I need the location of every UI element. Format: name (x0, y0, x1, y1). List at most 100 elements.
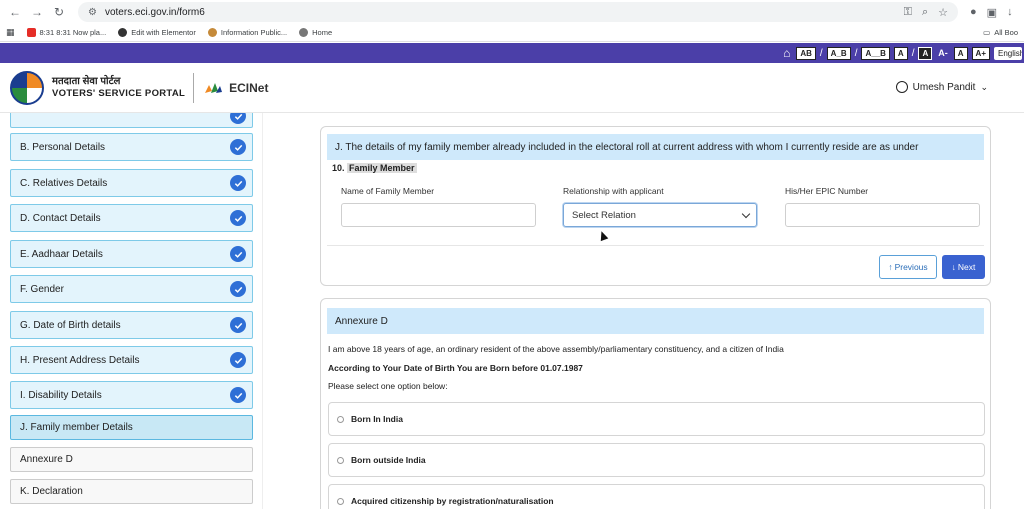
youtube-icon (26, 28, 36, 37)
epic-number-input[interactable] (785, 203, 980, 227)
forward-icon[interactable]: → (28, 3, 46, 21)
user-icon (895, 81, 908, 93)
chevron-down-icon: ⌄ (980, 81, 988, 92)
sidebar-step-a[interactable] (10, 113, 253, 128)
check-icon (230, 210, 246, 226)
home-icon[interactable]: ⌂ (781, 45, 792, 61)
portal-title-hindi: मतदाता सेवा पोर्टल (52, 75, 121, 87)
option-born-in-india[interactable]: Born In India (328, 402, 985, 436)
key-icon[interactable]: ⚿ (904, 6, 912, 19)
contrast-high-button[interactable]: A (918, 46, 933, 60)
apps-icon[interactable]: ▦ (6, 27, 15, 38)
section-divider (327, 245, 984, 246)
site-header: मतदाता सेवा पोर्टल VOTERS' SERVICE PORTA… (0, 63, 1024, 113)
globe-icon (299, 28, 309, 37)
sidebar-step-family[interactable]: J. Family member Details (10, 415, 253, 440)
reload-icon[interactable]: ↻ (50, 3, 68, 21)
sidebar-step-contact[interactable]: D. Contact Details (10, 204, 253, 232)
zoom-icon[interactable]: ⌕ (922, 6, 928, 19)
font-increase-button[interactable]: A+ (971, 46, 990, 60)
option-acquired-citizenship[interactable]: Acquired citizenship by registration/nat… (328, 484, 985, 509)
wordpress-icon (118, 28, 128, 37)
ecinet-name: ECINet (229, 80, 269, 95)
site-info-icon[interactable]: ⚙ (88, 7, 97, 18)
download-icon[interactable]: ↓ (1007, 6, 1013, 19)
portal-title-english: VOTERS' SERVICE PORTAL (52, 87, 186, 99)
browser-toolbar: ← → ↻ ⚙ voters.eci.gov.in/form6 ⚿ ⌕ ☆ ● … (0, 0, 1024, 24)
sidebar-step-aadhaar[interactable]: E. Aadhaar Details (10, 240, 253, 268)
content-divider (262, 113, 263, 509)
form-steps-sidebar: B. Personal Details C. Relatives Details… (10, 113, 254, 509)
annexure-heading: Annexure D (327, 308, 984, 334)
sidebar-step-disability[interactable]: I. Disability Details (10, 381, 253, 409)
user-name: Umesh Pandit (912, 81, 976, 93)
relation-select[interactable]: Select Relation (563, 203, 757, 227)
check-icon (230, 139, 246, 155)
section-j-heading: J. The details of my family member alrea… (327, 134, 984, 160)
relation-label: Relationship with applicant (563, 186, 664, 196)
name-label: Name of Family Member (341, 186, 435, 196)
portal-title: मतदाता सेवा पोर्टल VOTERS' SERVICE PORTA… (52, 76, 185, 100)
bookmarks-bar: ▦ 8:31 8:31 Now pla... Edit with Element… (0, 24, 1024, 42)
bookmark-2[interactable]: Edit with Elementor (118, 28, 196, 37)
font-decrease-button[interactable]: A- (936, 47, 950, 59)
text-spacing-button[interactable]: AB (796, 46, 816, 60)
contrast-normal-button[interactable]: A (893, 46, 908, 60)
check-icon (230, 352, 246, 368)
back-icon[interactable]: ← (6, 3, 24, 21)
arrow-up-icon: ↑ (888, 262, 893, 272)
language-select[interactable]: English (994, 46, 1022, 60)
sidebar-step-declaration[interactable]: K. Declaration (10, 479, 253, 504)
previous-button[interactable]: ↑ Previous (879, 255, 937, 279)
arrow-down-icon: ↓ (951, 262, 956, 272)
emblem-icon (207, 28, 217, 37)
relation-selected-value: Select Relation (572, 209, 636, 221)
separator: / (819, 47, 823, 59)
spacing-large-button[interactable]: A__B (861, 46, 890, 60)
radio-icon[interactable] (337, 497, 344, 505)
star-icon[interactable]: ☆ (938, 6, 948, 19)
separator: / (854, 47, 858, 59)
check-icon (230, 281, 246, 297)
bookmark-3[interactable]: Information Public... (207, 28, 287, 37)
radio-icon[interactable] (337, 456, 344, 464)
extensions-icon[interactable]: ▣ (987, 6, 997, 19)
url-text: voters.eci.gov.in/form6 (104, 6, 205, 18)
sidebar-step-gender[interactable]: F. Gender (10, 275, 253, 303)
annexure-d-card: Annexure D I am above 18 years of age, a… (320, 298, 991, 509)
header-divider (193, 72, 195, 103)
dob-note: According to Your Date of Birth You are … (328, 363, 583, 373)
spacing-medium-button[interactable]: A_B (826, 46, 851, 60)
radio-icon[interactable] (337, 415, 344, 423)
voters-portal-logo[interactable] (10, 70, 44, 105)
sidebar-step-annexure[interactable]: Annexure D (10, 447, 253, 472)
select-instruction: Please select one option below: (328, 381, 448, 391)
option-born-outside-india[interactable]: Born outside India (328, 443, 985, 477)
bookmark-4[interactable]: Home (299, 28, 332, 37)
chevron-down-icon (741, 209, 751, 219)
family-member-number: 10. (332, 163, 345, 173)
sidebar-step-dob[interactable]: G. Date of Birth details (10, 311, 253, 339)
check-icon (230, 246, 246, 262)
sidebar-step-address[interactable]: H. Present Address Details (10, 346, 253, 374)
sidebar-step-personal[interactable]: B. Personal Details (10, 133, 253, 161)
check-icon (230, 387, 246, 403)
sidebar-step-relatives[interactable]: C. Relatives Details (10, 169, 253, 197)
family-member-title: 10. Family Member (332, 163, 417, 173)
font-normal-button[interactable]: A (953, 46, 968, 60)
separator: / (911, 47, 915, 59)
family-member-subtitle: Family Member (347, 163, 417, 173)
all-bookmarks[interactable]: ▭ All Boo (983, 28, 1018, 37)
bookmark-1[interactable]: 8:31 8:31 Now pla... (26, 28, 106, 37)
address-bar[interactable]: ⚙ voters.eci.gov.in/form6 ⚿ ⌕ ☆ (78, 2, 958, 22)
next-button[interactable]: ↓ Next (942, 255, 985, 279)
check-icon (230, 113, 246, 124)
mic-icon[interactable]: ● (970, 6, 977, 19)
epic-label: His/Her EPIC Number (785, 186, 869, 196)
folder-icon: ▭ (983, 28, 991, 37)
check-icon (230, 175, 246, 191)
user-menu[interactable]: Umesh Pandit ⌄ (895, 81, 988, 93)
annexure-statement: I am above 18 years of age, an ordinary … (328, 344, 784, 354)
family-member-name-input[interactable] (341, 203, 536, 227)
accessibility-bar: ⌂ AB / A_B / A__B A / A A- A A+ English (0, 43, 1024, 63)
